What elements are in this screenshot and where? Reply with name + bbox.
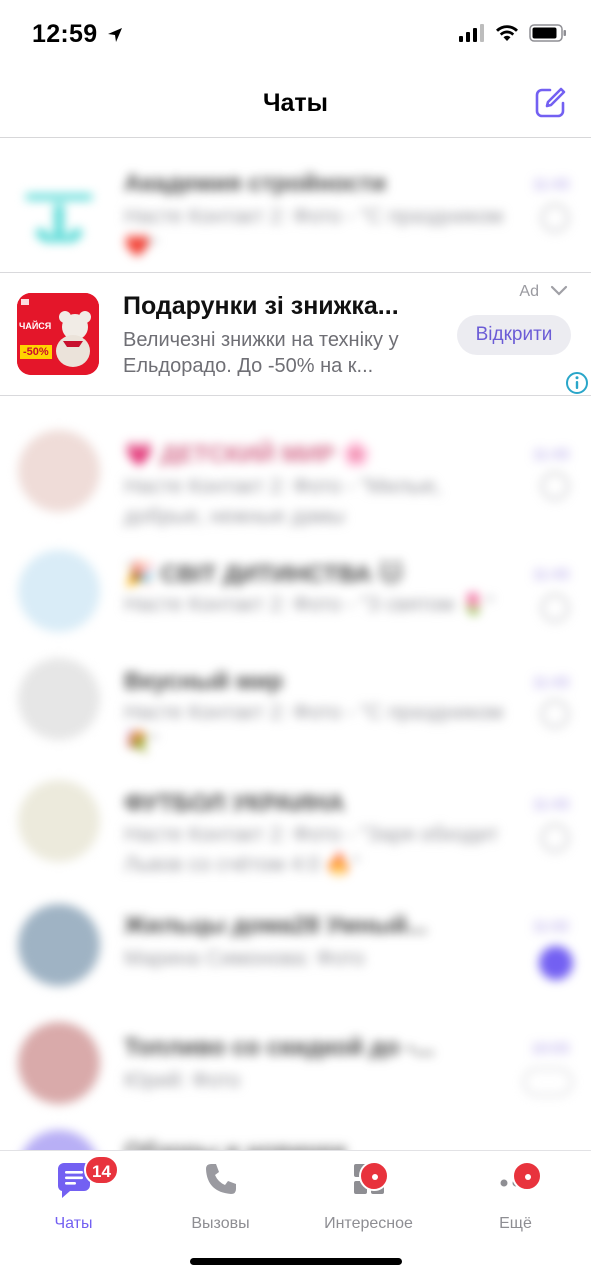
ad-image-discount: -50%: [20, 345, 52, 359]
chat-time: 10:03: [531, 1040, 569, 1057]
status-icons: [459, 24, 567, 42]
chat-preview: Юрий: Фото: [124, 1069, 241, 1092]
chat-time: 11:43: [532, 674, 569, 691]
chat-avatar: [18, 550, 100, 632]
compose-icon: [535, 87, 566, 118]
tab-explore-label: Интересное: [324, 1215, 413, 1232]
chat-avatar: [18, 430, 100, 512]
chat-preview: Насте Контакт 2: Фото - "С праздником ❤️…: [124, 205, 504, 258]
muted-indicator: [523, 1068, 573, 1096]
home-indicator[interactable]: [190, 1258, 402, 1265]
chat-avatar: [18, 1130, 100, 1150]
chat-time: 11:43: [532, 566, 569, 583]
chat-time: 11:43: [532, 446, 569, 463]
chat-row[interactable]: 💗 ДЕТСКИЙ МИР 🌸 Насте Контакт 2: Фото - …: [0, 412, 591, 534]
chat-title: 🎉 СВІТ ДИТИНСТВА 🐱: [124, 561, 404, 588]
chat-row[interactable]: Обзоры и новинки: [0, 1126, 591, 1150]
tab-more[interactable]: Ещё: [442, 1159, 589, 1235]
chat-list: Академия стройности Насте Контакт 2: Фот…: [0, 140, 591, 1150]
chat-preview: Марина Симонова: Фото: [124, 947, 365, 970]
chat-time: 11:02: [532, 918, 569, 935]
chat-title: Жильцы дома28 Умный...: [124, 912, 428, 939]
tab-more-label: Ещё: [499, 1215, 532, 1232]
tab-calls-label: Вызовы: [191, 1215, 250, 1232]
chat-row[interactable]: 🎉 СВІТ ДИТИНСТВА 🐱 Насте Контакт 2: Фото…: [0, 530, 591, 652]
chat-avatar: [18, 780, 100, 862]
unread-count-badge: 14: [84, 1155, 119, 1185]
location-arrow-icon: [107, 28, 122, 42]
chat-row[interactable]: Вкусный мир Насте Контакт 2: Фото - "С п…: [0, 652, 591, 774]
chat-time: 11:43: [532, 796, 569, 813]
status-time: 12:59: [32, 20, 123, 49]
battery-icon: [529, 24, 566, 42]
ad-title[interactable]: Подарунки зі знижка...: [123, 292, 399, 321]
chat-row[interactable]: Топливо со скидкой до -... Юрий: Фото 10…: [0, 1018, 591, 1140]
chat-row[interactable]: Академия стройности Насте Контакт 2: Фот…: [0, 140, 591, 262]
ad-image: ЧАЙСЯ -50%: [17, 293, 99, 375]
chat-title: Обзоры и новинки: [124, 1138, 346, 1150]
more-notification-dot: [512, 1161, 542, 1191]
chat-read-mark: [541, 700, 569, 728]
chat-preview: Насте Контакт 2: Фото - "Милые, добрые, …: [124, 475, 442, 528]
tab-explore[interactable]: Интересное: [295, 1159, 442, 1235]
chat-read-mark: [541, 594, 569, 622]
cellular-signal-icon: [459, 24, 484, 42]
chat-row[interactable]: ФУТБОЛ УКРАИНА Насте Контакт 2: Фото - "…: [0, 774, 591, 896]
chat-preview: Насте Контакт 2: Фото - "С праздником 💐": [124, 701, 504, 754]
ad-open-button[interactable]: Відкрити: [457, 315, 571, 355]
chat-title: ФУТБОЛ УКРАИНА: [124, 790, 345, 817]
header: Чаты: [0, 74, 591, 138]
chat-row[interactable]: Жильцы дома28 Умный... Марина Симонова: …: [0, 896, 591, 1018]
chat-title: Академия стройности: [124, 170, 387, 197]
explore-notification-dot: [359, 1161, 389, 1191]
unread-indicator: [539, 946, 573, 980]
compose-button[interactable]: [533, 86, 567, 120]
tab-chats[interactable]: 14 Чаты: [0, 1155, 147, 1235]
chat-avatar: [18, 904, 100, 986]
chevron-down-icon[interactable]: [549, 283, 569, 299]
chat-preview: Насте Контакт 2: Фото - "З святом 🌷": [124, 593, 494, 616]
chat-time: 11:43: [532, 176, 569, 193]
chat-title: Вкусный мир: [124, 668, 284, 695]
tab-calls[interactable]: Вызовы: [147, 1159, 294, 1235]
status-bar: 12:59: [0, 0, 591, 74]
ad-label: Ad: [519, 283, 539, 300]
tab-chats-label: Чаты: [54, 1215, 93, 1232]
info-icon[interactable]: [565, 371, 589, 395]
page-title: Чаты: [262, 89, 329, 117]
phone-icon: [205, 1164, 236, 1194]
viber-chats-screen: 12:59 Чаты Академия стройности Насте Кон…: [0, 0, 591, 1280]
ad-banner[interactable]: ЧАЙСЯ -50% Подарунки зі знижка... Величе…: [0, 272, 591, 396]
chat-avatar: [18, 160, 100, 247]
chat-preview: Насте Контакт 2: Фото - "Заря обходит Ль…: [124, 823, 499, 876]
chat-read-mark: [541, 824, 569, 852]
chat-avatar: [18, 658, 100, 740]
chat-title: Топливо со скидкой до -...: [124, 1034, 435, 1061]
chat-read-mark: [541, 204, 569, 232]
wifi-icon: [496, 25, 518, 41]
chat-title: 💗 ДЕТСКИЙ МИР 🌸: [124, 441, 372, 468]
ad-text: Величезні знижки на техніку у Ельдорадо.…: [123, 329, 399, 377]
chat-read-mark: [541, 472, 569, 500]
ad-image-caption: ЧАЙСЯ: [19, 321, 52, 331]
chat-avatar: [18, 1022, 100, 1104]
